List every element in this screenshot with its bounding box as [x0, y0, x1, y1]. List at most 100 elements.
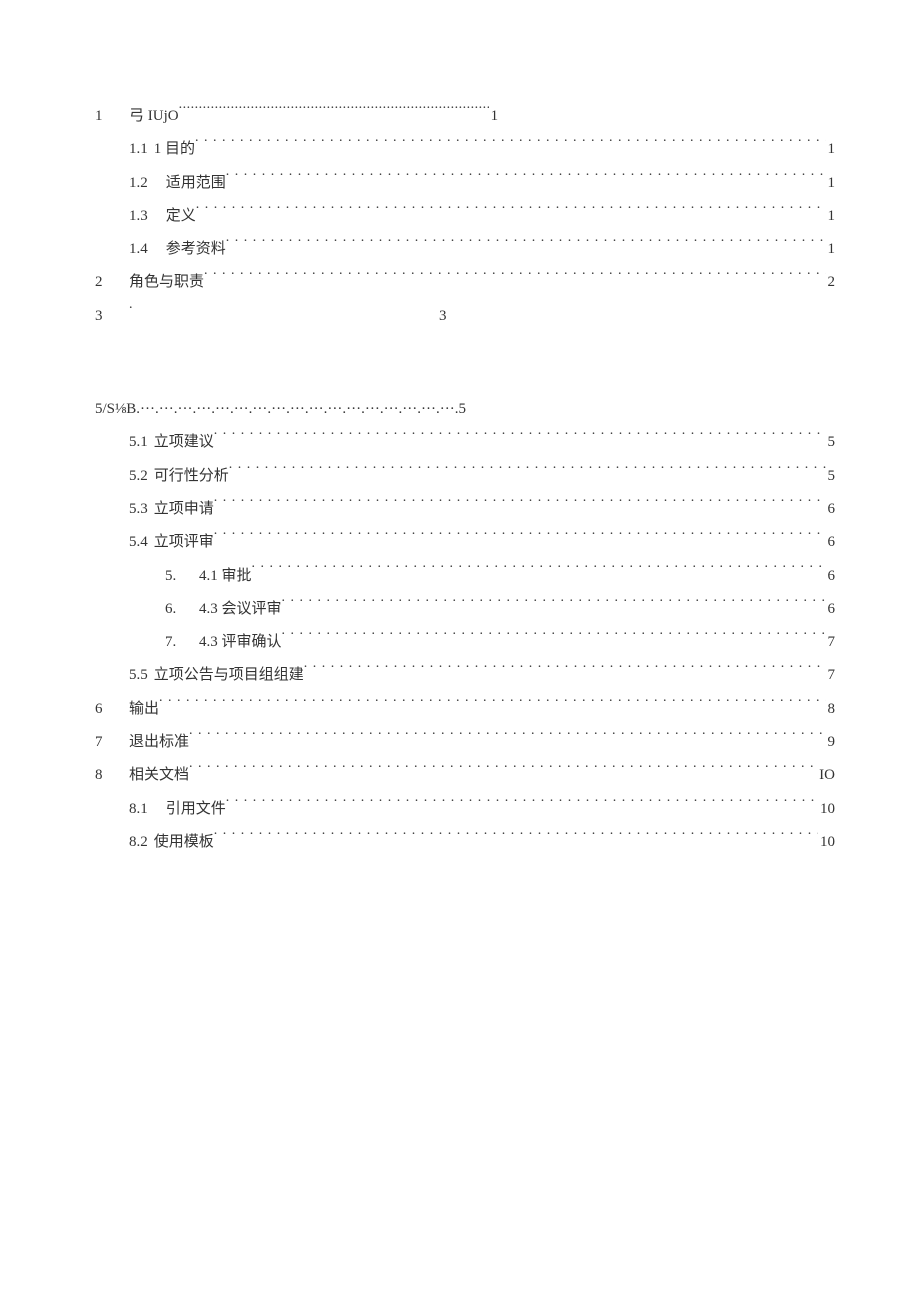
toc-entry: 2角色与职责2	[95, 266, 835, 299]
toc-entry: 8相关文档 IO	[95, 759, 835, 792]
toc-number: 5.4	[129, 526, 148, 559]
toc-number: 1.4	[129, 233, 148, 266]
toc-number: 6	[95, 693, 129, 726]
toc-leader	[214, 498, 826, 513]
toc-page: 1	[826, 167, 836, 200]
toc-page: 7	[826, 659, 836, 692]
toc-page: 6	[826, 593, 836, 626]
toc-number: 5.3	[129, 493, 148, 526]
toc-title: 立项建议	[154, 426, 214, 459]
toc-title: 引用文件	[166, 793, 226, 826]
toc-page: 3	[439, 300, 447, 333]
toc-leader	[196, 205, 826, 220]
toc-leader	[229, 465, 826, 480]
toc-entry: 5.5 立项公告与项目组组建 7	[95, 659, 835, 692]
toc-entry: 8.2 使用模板 10	[95, 826, 835, 859]
toc-title: 参考资料	[166, 233, 226, 266]
toc-page: 10	[818, 793, 835, 826]
table-of-contents: 1弓 IUjO11.11 目的11.2适用范围11.3定义11.4参考资料12角…	[95, 100, 835, 859]
toc-number: 1.3	[129, 200, 148, 233]
toc-title: 1 目的	[154, 133, 195, 166]
toc-entry: 33	[95, 300, 835, 333]
toc-title: 立项申请	[154, 493, 214, 526]
toc-leader	[282, 631, 826, 646]
toc-entry: 5.4.1 审批 6	[95, 560, 835, 593]
toc-entry: 1.2 适用范围 1	[95, 167, 835, 200]
toc-leader	[282, 598, 826, 613]
toc-entry: 5.3 立项申请 6	[95, 493, 835, 526]
toc-number: 7	[95, 726, 129, 759]
toc-page: IO	[817, 759, 835, 792]
toc-leader	[226, 238, 826, 253]
toc-number: 8	[95, 759, 129, 792]
toc-title: 相关文档	[129, 759, 189, 792]
toc-page: 1	[826, 233, 836, 266]
toc-number: 5.2	[129, 460, 148, 493]
toc-page: 10	[818, 826, 835, 859]
toc-page: 2	[826, 266, 836, 299]
toc-entry: 1.4 参考资料 1	[95, 233, 835, 266]
toc-entry	[95, 333, 835, 393]
toc-leader	[252, 565, 826, 580]
toc-page: 6	[826, 526, 836, 559]
toc-number: 2	[95, 266, 129, 299]
toc-entry: 7.4.3 评审确认 7	[95, 626, 835, 659]
toc-raw-line: 5/S⅛B.···.···.···.···.···.···.···.···.··…	[95, 393, 466, 426]
toc-title: 可行性分析	[154, 460, 229, 493]
toc-page: 1	[826, 200, 836, 233]
toc-title: 适用范围	[166, 167, 226, 200]
toc-leader	[129, 305, 439, 320]
toc-leader	[204, 271, 825, 286]
toc-title: 退出标准	[129, 726, 189, 759]
toc-page: 6	[826, 560, 836, 593]
toc-number: 5.1	[129, 426, 148, 459]
toc-number: 1	[95, 100, 129, 133]
toc-leader	[159, 698, 825, 713]
toc-number: 6.	[165, 593, 193, 626]
toc-number: 1.2	[129, 167, 148, 200]
toc-page: 8	[826, 693, 836, 726]
toc-number: 7.	[165, 626, 193, 659]
toc-leader	[304, 664, 826, 679]
toc-number: 5.	[165, 560, 193, 593]
toc-number: 5.5	[129, 659, 148, 692]
toc-number: 8.2	[129, 826, 148, 859]
toc-leader	[195, 138, 825, 153]
toc-entry: 1.3 定义 1	[95, 200, 835, 233]
toc-title: 立项公告与项目组组建	[154, 659, 304, 692]
toc-title: 4.3 会议评审	[199, 593, 282, 626]
toc-leader	[214, 431, 826, 446]
toc-title: 定义	[166, 200, 196, 233]
toc-entry: 5.4 立项评审 6	[95, 526, 835, 559]
toc-entry: 7退出标准 9	[95, 726, 835, 759]
toc-leader	[214, 531, 826, 546]
toc-entry: 1弓 IUjO1	[95, 100, 835, 133]
toc-title: 4.1 审批	[199, 560, 252, 593]
toc-leader	[189, 764, 817, 779]
toc-title: 弓 IUjO	[129, 100, 179, 133]
toc-page: 9	[826, 726, 836, 759]
toc-entry: 5.2 可行性分析 5	[95, 460, 835, 493]
toc-page: 1	[489, 100, 499, 133]
toc-title: 4.3 评审确认	[199, 626, 282, 659]
toc-page: 7	[826, 626, 836, 659]
toc-number: 3	[95, 300, 129, 333]
toc-entry: 6输出8	[95, 693, 835, 726]
toc-leader	[226, 798, 818, 813]
toc-leader	[226, 172, 826, 187]
toc-entry: 6.4.3 会议评审 6	[95, 593, 835, 626]
toc-title: 使用模板	[154, 826, 214, 859]
toc-leader	[179, 105, 489, 120]
toc-title: 立项评审	[154, 526, 214, 559]
toc-page: 6	[826, 493, 836, 526]
toc-title: 角色与职责	[129, 266, 204, 299]
toc-page: 1弓 IUjO11.11 目的11.2适用范围11.3定义11.4参考资料12角…	[0, 0, 920, 859]
toc-number: 8.1	[129, 793, 148, 826]
toc-leader	[189, 731, 825, 746]
toc-page: 5	[826, 460, 836, 493]
toc-entry: 5.1立项建议5	[95, 426, 835, 459]
toc-page: 1	[826, 133, 836, 166]
toc-entry: 5/S⅛B.···.···.···.···.···.···.···.···.··…	[95, 393, 835, 426]
toc-entry: 8.1 引用文件 10	[95, 793, 835, 826]
toc-number: 1.1	[129, 133, 148, 166]
